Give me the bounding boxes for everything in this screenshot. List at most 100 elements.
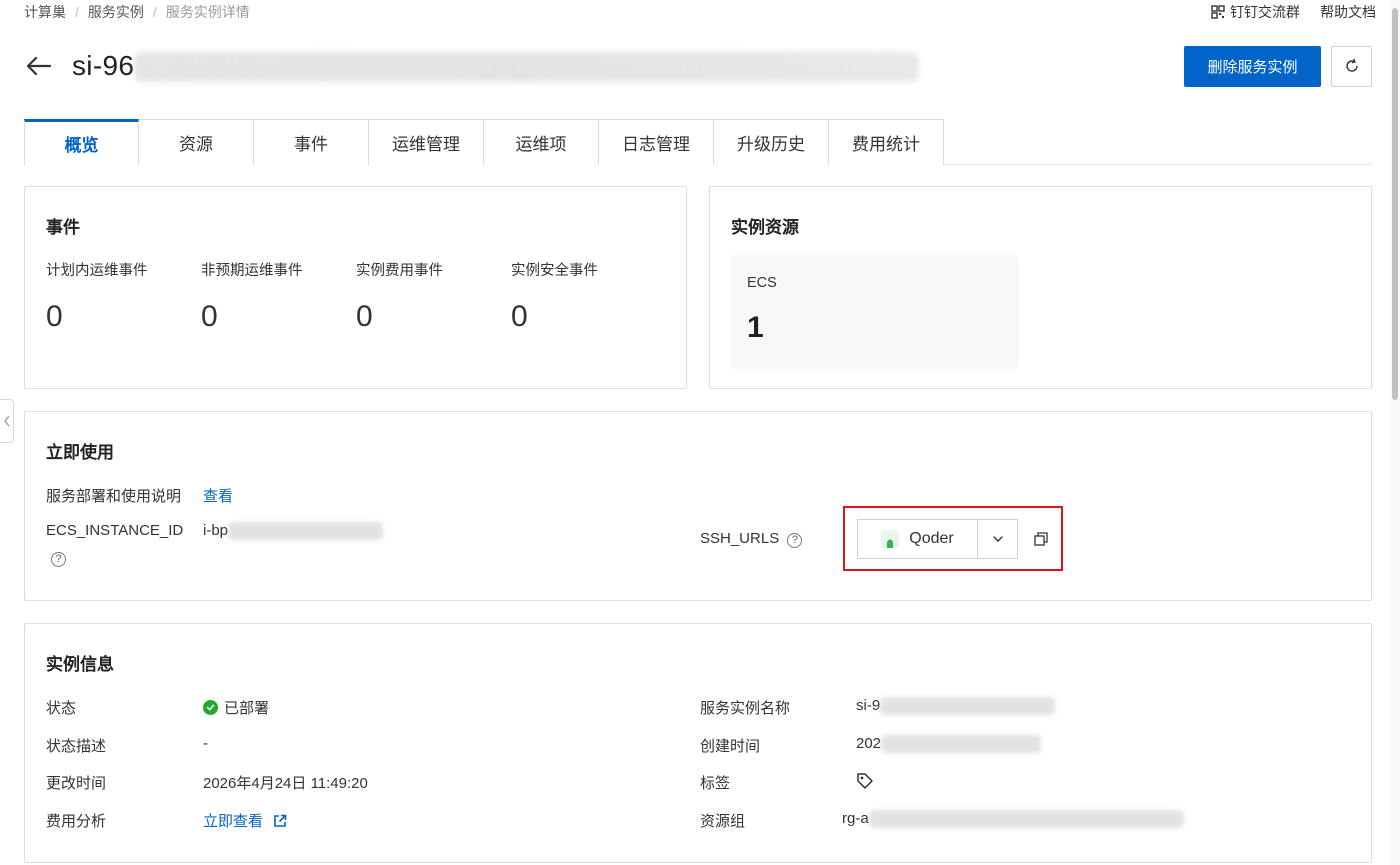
deploy-guide-view-link[interactable]: 查看 [203, 485, 233, 506]
ecs-count: 1 [747, 311, 764, 344]
tab-cost-statistics[interactable]: 费用统计 [829, 119, 944, 165]
events-card-title: 事件 [46, 218, 80, 237]
ecs-instance-id-help-icon[interactable]: ? [51, 549, 66, 567]
ecs-resource-tile[interactable]: ECS 1 [731, 255, 1019, 369]
qoder-label: Qoder [909, 530, 954, 547]
page-title-prefix: si-96 [72, 49, 135, 81]
ecs-instance-id-prefix: i-bp [203, 522, 229, 539]
deploy-guide-label: 服务部署和使用说明 [46, 488, 182, 505]
breadcrumb-item-service-instances[interactable]: 服务实例 [88, 2, 144, 22]
ssh-urls-control: Qoder [857, 519, 1055, 559]
instance-info-card: 实例信息 状态 已部署 状态描述 - 更改时间 2026年4月24日 11:49… [24, 623, 1372, 863]
service-instance-name-value: si-9 [856, 697, 1056, 716]
ssh-urls-label-text: SSH_URLS [700, 530, 780, 547]
breadcrumb-item-current: 服务实例详情 [165, 4, 250, 20]
status-badge: 已部署 [203, 697, 269, 718]
ssh-urls-help-icon[interactable]: ? [787, 532, 803, 548]
stat-cost-events: 实例费用事件 0 [356, 259, 443, 334]
stat-security-events: 实例安全事件 0 [511, 259, 598, 334]
redacted-resource-group [868, 810, 1184, 829]
sidebar-expand-handle[interactable] [0, 399, 14, 443]
service-instance-name-label: 服务实例名称 [700, 700, 791, 717]
stat-label: 实例安全事件 [511, 263, 598, 279]
cost-analysis-label: 费用分析 [46, 813, 107, 830]
stat-value: 0 [511, 300, 528, 333]
dingtalk-group-label: 钉钉交流群 [1230, 4, 1300, 20]
stat-label: 实例费用事件 [356, 263, 443, 279]
cost-analysis-link[interactable]: 立即查看 [203, 810, 287, 831]
breadcrumb-separator: / [152, 4, 157, 20]
qoder-open-button[interactable]: Qoder [857, 519, 977, 559]
ssh-urls-highlight-box: Qoder [843, 506, 1063, 571]
use-now-card: 立即使用 服务部署和使用说明 查看 ECS_INSTANCE_ID ? i-bp… [24, 411, 1372, 601]
created-time-prefix: 202 [856, 735, 882, 752]
refresh-button[interactable] [1331, 45, 1372, 87]
tag-icon[interactable] [856, 772, 874, 795]
page-scrollbar [1390, 0, 1400, 865]
tab-upgrade-history[interactable]: 升级历史 [714, 119, 829, 165]
redacted-instance-name [880, 697, 1056, 716]
ecs-instance-id-value: i-bp [203, 522, 384, 541]
dingtalk-group-link[interactable]: 钉钉交流群 [1211, 2, 1300, 22]
events-card: 事件 计划内运维事件 0 非预期运维事件 0 实例费用事件 0 实例安全事件 0 [24, 186, 687, 389]
resource-group-prefix: rg-a [842, 810, 869, 827]
ssh-urls-label: SSH_URLS ? [700, 530, 803, 548]
delete-service-instance-button[interactable]: 删除服务实例 [1184, 45, 1321, 87]
modified-time-value: 2026年4月24日 11:49:20 [203, 775, 368, 792]
tab-ops-management[interactable]: 运维管理 [369, 119, 484, 165]
back-arrow-icon[interactable] [24, 52, 52, 80]
check-circle-icon [203, 700, 218, 715]
status-value: 已部署 [224, 700, 270, 717]
tab-events[interactable]: 事件 [254, 119, 369, 165]
modified-time-label: 更改时间 [46, 775, 107, 792]
instance-resources-card: 实例资源 ECS 1 [709, 186, 1372, 389]
copy-icon[interactable] [1027, 525, 1055, 553]
breadcrumb: 计算巢 / 服务实例 / 服务实例详情 [24, 2, 250, 22]
page-title: si-96 [72, 49, 920, 83]
breadcrumb-separator: / [75, 4, 79, 20]
page-header: si-96 删除服务实例 [24, 40, 1372, 92]
tab-overview[interactable]: 概览 [24, 119, 139, 165]
resource-group-label: 资源组 [700, 813, 746, 830]
use-now-title: 立即使用 [46, 443, 114, 462]
stat-label: 非预期运维事件 [201, 263, 303, 279]
ecs-label: ECS [747, 275, 777, 291]
tags-label: 标签 [700, 775, 731, 792]
service-instance-name-prefix: si-9 [856, 697, 881, 714]
created-time-label: 创建时间 [700, 738, 761, 755]
help-docs-link[interactable]: 帮助文档 [1320, 2, 1376, 22]
redacted-created-time [881, 735, 1042, 754]
status-desc-label: 状态描述 [46, 738, 107, 755]
redacted-instance-id [228, 522, 384, 541]
instance-resources-title: 实例资源 [731, 218, 799, 237]
external-link-icon [274, 814, 287, 827]
chevron-left-icon [3, 415, 10, 427]
breadcrumb-item-compute-nest[interactable]: 计算巢 [24, 2, 66, 22]
stat-planned-ops: 计划内运维事件 0 [46, 259, 148, 334]
tab-bar: 概览 资源 事件 运维管理 运维项 日志管理 升级历史 费用统计 [24, 119, 1372, 165]
chevron-down-icon [992, 536, 1003, 542]
redacted-title [134, 52, 920, 83]
ecs-instance-id-label: ECS_INSTANCE_ID [46, 522, 184, 539]
status-desc-value: - [203, 735, 208, 752]
qoder-logo-icon [881, 530, 900, 548]
tab-resources[interactable]: 资源 [139, 119, 254, 165]
qr-code-icon [1211, 5, 1225, 19]
tab-log-management[interactable]: 日志管理 [599, 119, 714, 165]
created-time-value: 202 [856, 735, 1042, 754]
top-bar: 计算巢 / 服务实例 / 服务实例详情 钉钉交流群 帮助文档 [24, 0, 1376, 24]
resource-group-value[interactable]: rg-a [842, 810, 1184, 829]
ssh-open-dropdown[interactable] [977, 519, 1018, 559]
header-actions: 删除服务实例 [1184, 45, 1372, 87]
stat-value: 0 [356, 300, 373, 333]
instance-info-title: 实例信息 [46, 655, 114, 674]
status-label: 状态 [46, 700, 77, 717]
scrollbar-thumb[interactable] [1392, 8, 1398, 400]
stat-label: 计划内运维事件 [46, 263, 148, 279]
tab-ops-items[interactable]: 运维项 [484, 119, 599, 165]
stat-unexpected-ops: 非预期运维事件 0 [201, 259, 303, 334]
stat-value: 0 [46, 300, 63, 333]
refresh-icon [1345, 58, 1358, 72]
top-links: 钉钉交流群 帮助文档 [1211, 2, 1376, 22]
stat-value: 0 [201, 300, 218, 333]
